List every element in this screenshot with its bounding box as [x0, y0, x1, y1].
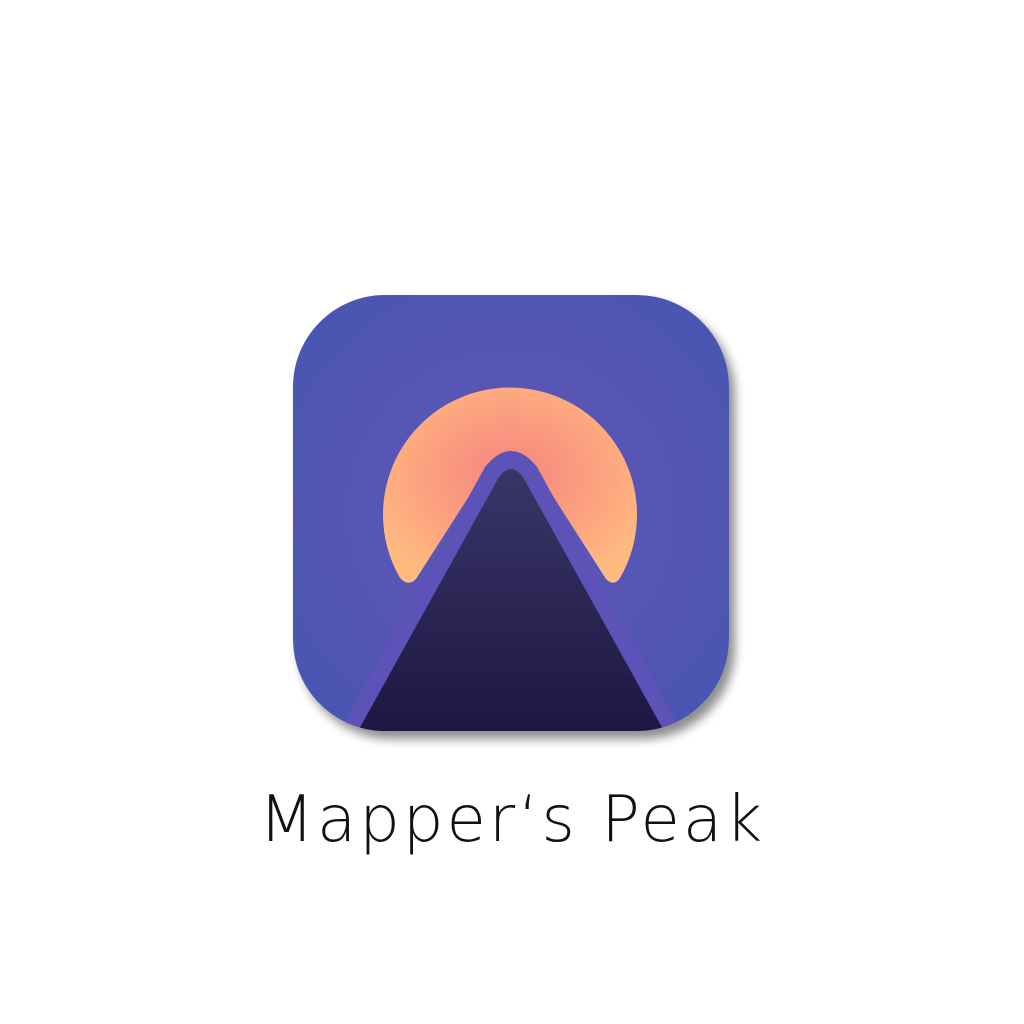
app-name-label: Mapper‘s Peak	[258, 783, 766, 857]
app-showcase: Mapper‘s Peak	[0, 0, 1024, 1024]
app-icon[interactable]	[293, 295, 729, 731]
mountain-sun-icon	[293, 295, 729, 731]
